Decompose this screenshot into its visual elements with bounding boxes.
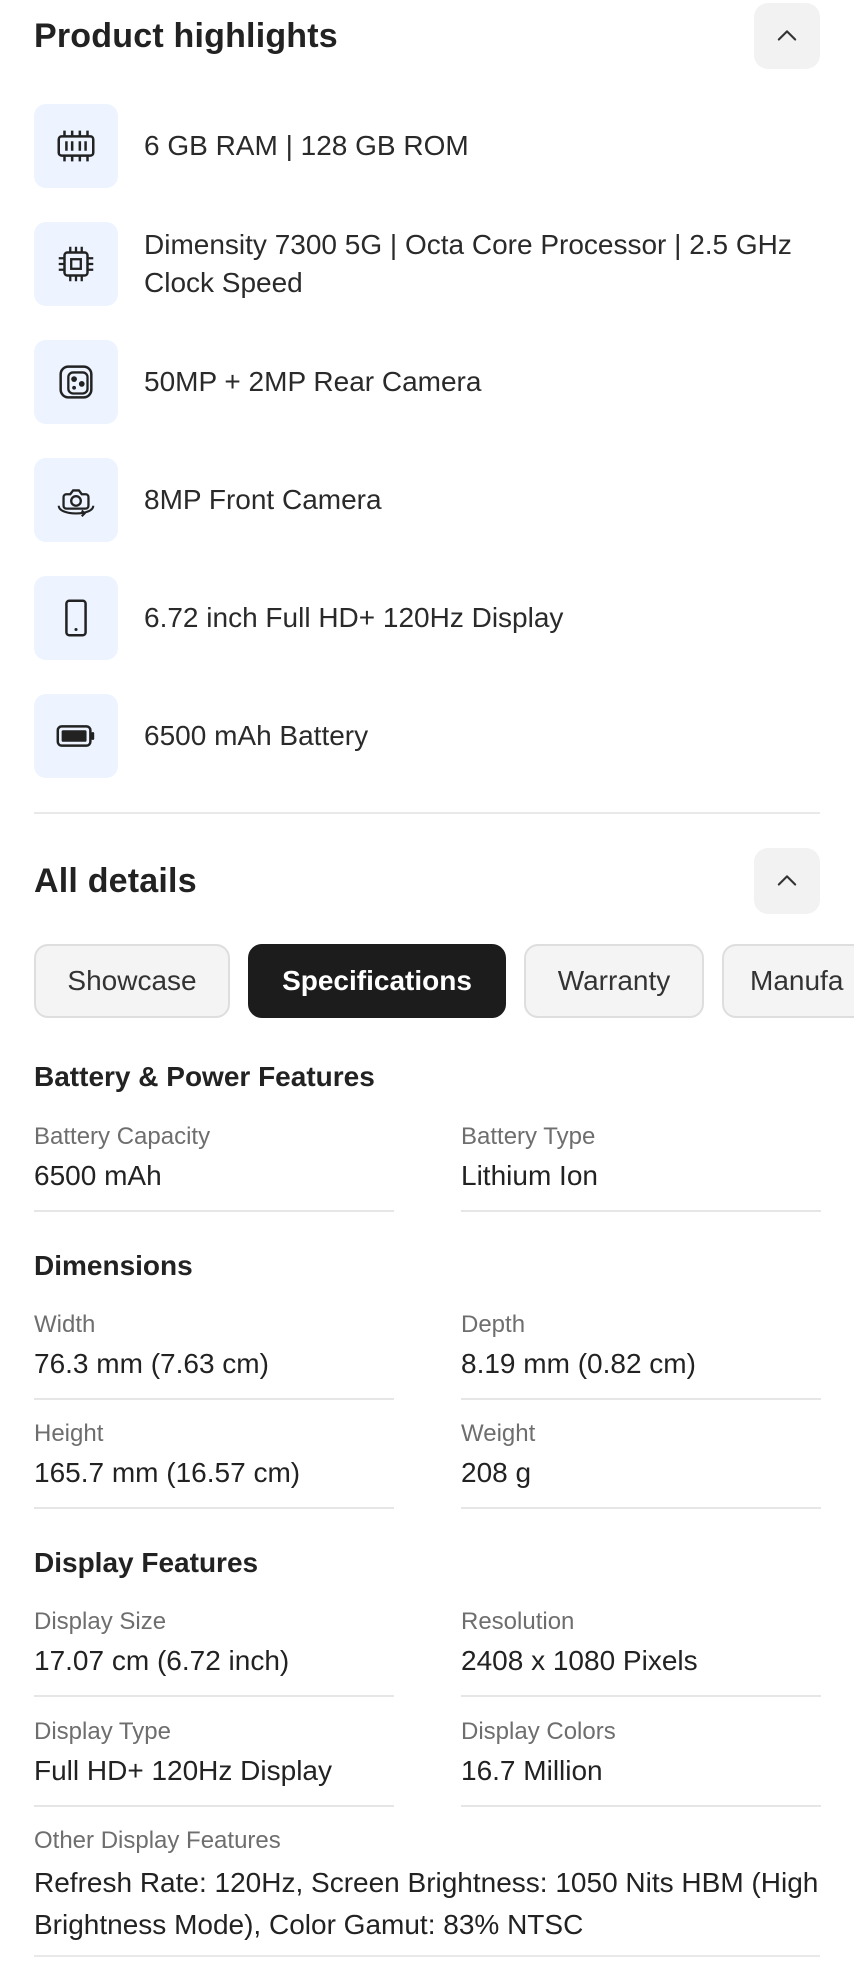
highlight-item-battery: 6500 mAh Battery [34,694,820,778]
spec-label: Other Display Features [34,1827,281,1854]
spec-label: Resolution [461,1608,575,1635]
spec-width: Width 76.3 mm (7.63 cm) [34,1310,394,1382]
spec-height: Height 165.7 mm (16.57 cm) [34,1419,394,1491]
front-camera-icon [34,458,118,542]
tab-manufacturer[interactable]: Manufa [722,944,854,1018]
spec-depth: Depth 8.19 mm (0.82 cm) [461,1310,821,1382]
spec-display-size: Display Size 17.07 cm (6.72 inch) [34,1607,394,1679]
spec-divider [34,1695,394,1697]
spec-weight: Weight 208 g [461,1419,821,1491]
spec-value: 208 g [461,1457,532,1488]
spec-divider [461,1507,821,1509]
highlight-text-rear-camera: 50MP + 2MP Rear Camera [144,366,482,397]
spec-value: 2408 x 1080 Pixels [461,1645,698,1676]
tab-warranty[interactable]: Warranty [524,944,704,1018]
spec-label: Display Type [34,1718,171,1745]
spec-value: 16.7 Million [461,1755,603,1786]
spec-resolution: Resolution 2408 x 1080 Pixels [461,1607,821,1679]
spec-label: Weight [461,1420,536,1447]
spec-other-display-features: Other Display Features Refresh Rate: 120… [34,1826,820,1946]
spec-divider [34,1955,820,1957]
memory-icon [34,104,118,188]
section-divider [34,812,820,814]
tab-specifications[interactable]: Specifications [248,944,506,1018]
spec-divider [34,1805,394,1807]
chevron-up-icon [777,875,797,886]
collapse-details-button[interactable] [754,848,820,914]
spec-value: Full HD+ 120Hz Display [34,1755,332,1786]
spec-display-type: Display Type Full HD+ 120Hz Display [34,1717,394,1789]
spec-value: 165.7 mm (16.57 cm) [34,1457,301,1488]
spec-label: Width [34,1311,96,1338]
spec-value: Lithium Ion [461,1160,598,1191]
spec-value: 76.3 mm (7.63 cm) [34,1348,269,1379]
highlight-text-front-camera: 8MP Front Camera [144,484,382,515]
tab-showcase[interactable]: Showcase [34,944,230,1018]
spec-value: 17.07 cm (6.72 inch) [34,1645,290,1676]
spec-display-colors: Display Colors 16.7 Million [461,1717,821,1789]
spec-label: Battery Type [461,1123,596,1150]
spec-battery-type: Battery Type Lithium Ion [461,1122,821,1194]
spec-battery-capacity: Battery Capacity 6500 mAh [34,1122,394,1194]
highlight-text-memory: 6 GB RAM | 128 GB ROM [144,130,469,161]
highlight-item-front-camera: 8MP Front Camera [34,458,820,542]
details-tabs: Showcase Specifications Warranty Manufa [34,944,854,1018]
spec-value: Refresh Rate: 120Hz, Screen Brightness: … [34,1867,819,1940]
product-highlights-title: Product highlights [34,16,338,55]
dimensions-group-title: Dimensions [34,1250,193,1281]
spec-divider [34,1507,394,1509]
spec-label: Display Colors [461,1718,616,1745]
highlight-text-battery: 6500 mAh Battery [144,720,369,751]
product-highlights-header: Product highlights [34,2,820,70]
spec-divider [461,1695,821,1697]
rear-camera-icon [34,340,118,424]
highlight-text-display: 6.72 inch Full HD+ 120Hz Display [144,602,564,633]
highlight-item-processor: Dimensity 7300 5G | Octa Core Processor … [34,222,820,306]
spec-label: Height [34,1420,104,1447]
highlight-item-display: 6.72 inch Full HD+ 120Hz Display [34,576,820,660]
highlight-item-rear-camera: 50MP + 2MP Rear Camera [34,340,820,424]
display-icon [34,576,118,660]
battery-group-title: Battery & Power Features [34,1061,375,1092]
spec-divider [461,1398,821,1400]
battery-icon [34,694,118,778]
highlight-item-memory: 6 GB RAM | 128 GB ROM [34,104,820,188]
spec-divider [34,1210,394,1212]
spec-divider [461,1210,821,1212]
spec-value: 6500 mAh [34,1160,162,1191]
all-details-title: All details [34,861,197,900]
collapse-highlights-button[interactable] [754,3,820,69]
spec-divider [34,1398,394,1400]
processor-icon [34,222,118,306]
spec-value: 8.19 mm (0.82 cm) [461,1348,696,1379]
all-details-header: All details [34,847,820,915]
spec-label: Display Size [34,1608,167,1635]
display-group-title: Display Features [34,1547,259,1578]
highlight-text-processor: Dimensity 7300 5G | Octa Core Processor … [144,229,792,298]
chevron-up-icon [777,30,797,41]
spec-label: Battery Capacity [34,1123,211,1150]
spec-label: Depth [461,1311,526,1338]
spec-divider [461,1805,821,1807]
